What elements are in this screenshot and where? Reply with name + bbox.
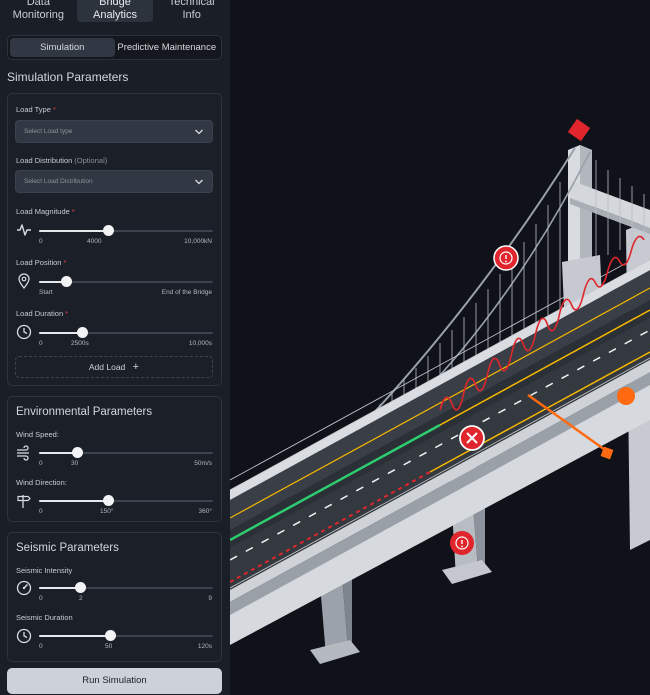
plus-icon: + xyxy=(132,361,140,373)
seismic-duration-slider[interactable] xyxy=(39,630,213,642)
load-parameters-card: Load Type * Select Load type Load Distrib… xyxy=(7,93,222,386)
control-sidebar: Data Monitoring Bridge Analytics Technic… xyxy=(0,0,230,695)
slider-thumb[interactable] xyxy=(71,447,83,458)
seismic-intensity-value: 2 xyxy=(79,595,83,602)
wind-speed-slider[interactable] xyxy=(39,447,213,459)
wind-speed-value: 30 xyxy=(71,460,79,467)
add-load-button[interactable]: Add Load + xyxy=(15,356,213,378)
load-duration-max: 10,000s xyxy=(188,340,212,347)
load-duration-min: 0 xyxy=(39,340,43,347)
slider-fill xyxy=(39,500,109,502)
location-pin-icon xyxy=(18,273,30,289)
seismic-intensity-max: 9 xyxy=(208,595,212,602)
environmental-title: Environmental Parameters xyxy=(16,406,153,418)
slider-fill xyxy=(39,332,83,334)
chevron-down-icon xyxy=(195,129,203,135)
load-distribution-select[interactable]: Select Load Distribution xyxy=(15,170,213,193)
wind-direction-min: 0 xyxy=(39,508,43,515)
main-tabs: Data Monitoring Bridge Analytics Technic… xyxy=(0,0,230,22)
seismic-intensity-slider[interactable] xyxy=(39,582,213,594)
wind-speed-min: 0 xyxy=(39,460,43,467)
clock-icon xyxy=(16,628,32,644)
load-duration-label: Load Duration * xyxy=(16,309,69,318)
seismic-duration-value: 50 xyxy=(105,643,113,650)
add-load-label: Add Load xyxy=(88,362,126,372)
tab-label: Analytics xyxy=(92,9,138,21)
load-magnitude-value: 4000 xyxy=(87,238,102,245)
load-magnitude-max: 10,000kN xyxy=(184,238,212,245)
tab-label: Bridge xyxy=(99,0,131,8)
tab-label: Data xyxy=(26,0,50,8)
load-position-label: Load Position * xyxy=(16,258,67,267)
section-title-simulation: Simulation Parameters xyxy=(7,70,129,84)
slider-thumb[interactable] xyxy=(103,225,115,236)
chevron-down-icon xyxy=(195,179,203,185)
seismic-intensity-min: 0 xyxy=(39,595,43,602)
load-magnitude-label: Load Magnitude * xyxy=(16,207,75,216)
load-magnitude-min: 0 xyxy=(39,238,43,245)
seismic-intensity-label: Seismic Intensity xyxy=(16,566,73,575)
wind-direction-slider[interactable] xyxy=(39,495,213,507)
bridge-3d-viewport[interactable] xyxy=(230,0,650,695)
tab-simulation[interactable]: Simulation xyxy=(10,38,115,57)
tab-label: Technical xyxy=(168,0,215,8)
load-type-select[interactable]: Select Load type xyxy=(15,120,213,143)
tab-data-monitoring[interactable]: Data Monitoring xyxy=(0,0,77,22)
tab-label: Info xyxy=(182,9,201,21)
run-simulation-button[interactable]: Run Simulation xyxy=(7,668,222,694)
load-position-slider[interactable] xyxy=(39,276,213,288)
load-distribution-label: Load Distribution (Optional) xyxy=(16,156,108,165)
load-position-min: Start xyxy=(39,289,53,296)
seismic-parameters-card: Seismic Parameters Seismic Intensity 0 2… xyxy=(7,532,222,662)
slider-thumb[interactable] xyxy=(61,276,73,287)
alert-failure-icon[interactable] xyxy=(459,425,485,451)
load-magnitude-slider[interactable] xyxy=(39,225,213,237)
slider-fill xyxy=(39,635,111,637)
wind-direction-max: 360° xyxy=(198,508,212,515)
wind-speed-label: Wind Speed: xyxy=(16,430,59,439)
sub-tabs: Simulation Predictive Maintenance xyxy=(7,35,222,60)
slider-fill xyxy=(39,230,109,232)
tab-predictive-maintenance[interactable]: Predictive Maintenance xyxy=(115,38,220,57)
tab-label: Monitoring xyxy=(12,9,65,21)
load-position-max: End of the Bridge xyxy=(161,289,212,296)
wind-icon xyxy=(17,445,29,461)
seismic-duration-max: 120s xyxy=(197,643,212,650)
gauge-icon xyxy=(16,580,32,596)
wind-direction-value: 150° xyxy=(100,508,114,515)
load-duration-slider[interactable] xyxy=(39,327,213,339)
seismic-title: Seismic Parameters xyxy=(16,542,119,554)
environmental-parameters-card: Environmental Parameters Wind Speed: 0 3… xyxy=(7,396,222,522)
load-distribution-placeholder: Select Load Distribution xyxy=(24,178,93,185)
slider-thumb[interactable] xyxy=(77,327,88,338)
load-type-label: Load Type * xyxy=(16,105,56,114)
slider-thumb[interactable] xyxy=(104,630,116,641)
pulse-icon xyxy=(17,224,31,236)
wind-speed-max: 50m/s xyxy=(194,460,212,467)
load-duration-value: 2500s xyxy=(71,340,89,347)
signpost-icon xyxy=(17,495,31,508)
seismic-duration-label: Seismic Duration xyxy=(16,613,73,622)
clock-icon xyxy=(16,324,32,340)
slider-thumb[interactable] xyxy=(75,582,87,593)
tab-bridge-analytics[interactable]: Bridge Analytics xyxy=(76,0,154,22)
slider-thumb[interactable] xyxy=(103,495,115,506)
wind-direction-label: Wind Direction: xyxy=(16,478,67,487)
seismic-duration-min: 0 xyxy=(39,643,43,650)
load-type-placeholder: Select Load type xyxy=(24,128,73,135)
alert-warning-icon[interactable] xyxy=(493,245,519,271)
alert-warning-icon[interactable] xyxy=(450,531,474,555)
tab-technical-info[interactable]: Technical Info xyxy=(153,0,230,22)
